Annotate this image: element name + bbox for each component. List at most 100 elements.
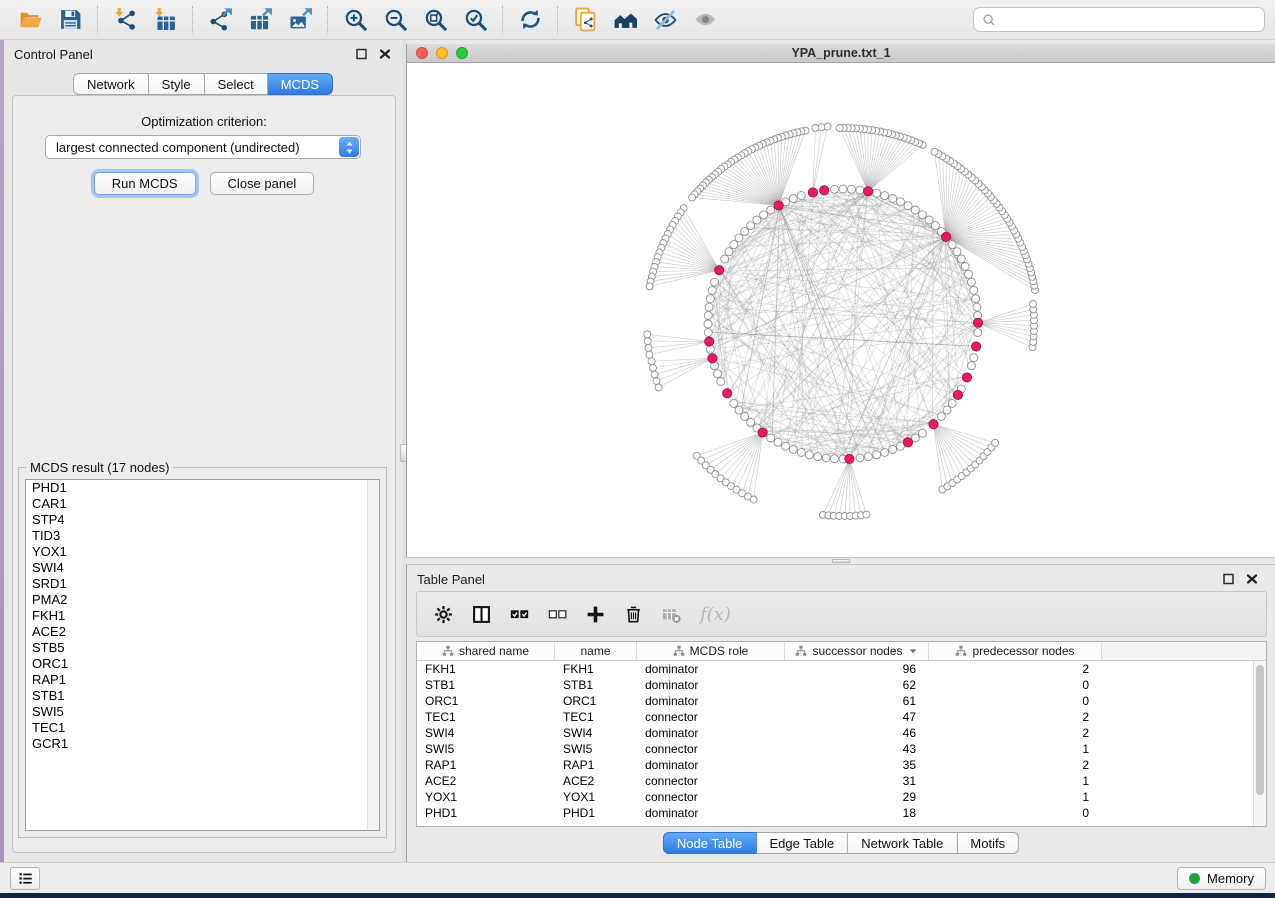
- network-node[interactable]: [856, 454, 864, 462]
- network-node[interactable]: [805, 451, 813, 459]
- add-button[interactable]: [586, 605, 605, 624]
- tab-edge-table[interactable]: Edge Table: [756, 832, 848, 854]
- network-node[interactable]: [704, 329, 712, 337]
- mcds-node-item[interactable]: STB1: [26, 688, 379, 704]
- horizontal-splitter[interactable]: [406, 557, 1275, 565]
- network-node[interactable]: [648, 358, 655, 365]
- network-node[interactable]: [953, 248, 961, 256]
- network-node[interactable]: [653, 378, 660, 385]
- network-node[interactable]: [972, 295, 980, 303]
- network-node[interactable]: [797, 448, 805, 456]
- mcds-node-item[interactable]: YOX1: [26, 544, 379, 560]
- network-node[interactable]: [644, 331, 651, 338]
- network-node[interactable]: [651, 371, 658, 378]
- show-all-button[interactable]: [685, 4, 725, 36]
- network-node[interactable]: [789, 195, 797, 203]
- zoom-in-button[interactable]: [335, 4, 375, 36]
- network-node[interactable]: [704, 312, 712, 320]
- table-row[interactable]: SWI4SWI4dominator462: [417, 725, 1253, 741]
- mcds-node[interactable]: [903, 438, 912, 447]
- column-header-shared-name[interactable]: shared name: [417, 642, 555, 660]
- network-node[interactable]: [931, 148, 938, 155]
- mcds-node-item[interactable]: ACE2: [26, 624, 379, 640]
- export-network-button[interactable]: [200, 4, 240, 36]
- close-panel-button[interactable]: Close panel: [210, 172, 315, 195]
- mcds-node-item[interactable]: SRD1: [26, 576, 379, 592]
- zoom-fit-button[interactable]: [415, 4, 455, 36]
- float-button[interactable]: [355, 47, 369, 61]
- network-node[interactable]: [717, 378, 725, 386]
- network-node[interactable]: [863, 511, 870, 518]
- network-node[interactable]: [767, 434, 775, 442]
- tab-network[interactable]: Network: [73, 73, 149, 95]
- mcds-node-item[interactable]: RAP1: [26, 672, 379, 688]
- table-row[interactable]: ORC1ORC1dominator610: [417, 693, 1253, 709]
- network-node[interactable]: [646, 283, 653, 290]
- network-node[interactable]: [721, 255, 729, 263]
- mcds-node-item[interactable]: SWI5: [26, 704, 379, 720]
- hide-selected-button[interactable]: [645, 4, 685, 36]
- network-node[interactable]: [741, 412, 749, 420]
- network-node[interactable]: [925, 216, 933, 224]
- network-node[interactable]: [704, 320, 712, 328]
- zoom-selected-button[interactable]: [455, 4, 495, 36]
- network-node[interactable]: [711, 278, 719, 286]
- mcds-node-item[interactable]: CAR1: [26, 496, 379, 512]
- close-traffic-light[interactable]: [416, 47, 428, 59]
- open-button[interactable]: [10, 4, 50, 36]
- float-button[interactable]: [1222, 572, 1236, 586]
- column-header-successor-nodes[interactable]: successor nodes: [785, 642, 929, 660]
- mcds-node[interactable]: [942, 232, 951, 241]
- network-node[interactable]: [839, 185, 847, 193]
- mcds-node-item[interactable]: FKH1: [26, 608, 379, 624]
- first-neighbors-button[interactable]: [605, 4, 645, 36]
- network-node[interactable]: [725, 248, 733, 256]
- network-node[interactable]: [760, 211, 768, 219]
- network-node[interactable]: [897, 198, 905, 206]
- network-node[interactable]: [974, 329, 982, 337]
- mcds-node[interactable]: [774, 201, 783, 210]
- network-node[interactable]: [814, 453, 822, 461]
- network-node[interactable]: [812, 124, 819, 131]
- table-row[interactable]: ACE2ACE2connector311: [417, 773, 1253, 789]
- network-node[interactable]: [918, 211, 926, 219]
- tab-network-table[interactable]: Network Table: [848, 832, 957, 854]
- network-node[interactable]: [970, 286, 978, 294]
- network-node[interactable]: [735, 234, 743, 242]
- network-node[interactable]: [741, 228, 749, 236]
- network-node[interactable]: [705, 303, 713, 311]
- mcds-node-item[interactable]: TEC1: [26, 720, 379, 736]
- network-node[interactable]: [973, 303, 981, 311]
- table-row[interactable]: RAP1RAP1dominator352: [417, 757, 1253, 773]
- mcds-node-item[interactable]: STP4: [26, 512, 379, 528]
- mcds-node-item[interactable]: PHD1: [26, 480, 379, 496]
- network-node[interactable]: [730, 241, 738, 249]
- network-node[interactable]: [650, 364, 657, 371]
- columns-button[interactable]: [472, 605, 491, 624]
- export-table-button[interactable]: [240, 4, 280, 36]
- mcds-node[interactable]: [758, 428, 767, 437]
- network-node[interactable]: [831, 455, 839, 463]
- table-row[interactable]: FKH1FKH1dominator962: [417, 661, 1253, 677]
- network-node[interactable]: [937, 412, 945, 420]
- mcds-node-item[interactable]: TID3: [26, 528, 379, 544]
- tab-mcds[interactable]: MCDS: [268, 73, 333, 95]
- sort-chevron-icon[interactable]: [908, 646, 918, 656]
- optimization-criterion-select[interactable]: largest connected component (undirected): [45, 135, 361, 159]
- network-node[interactable]: [782, 442, 790, 450]
- network-node[interactable]: [948, 399, 956, 407]
- network-node[interactable]: [708, 286, 716, 294]
- mcds-node[interactable]: [708, 354, 717, 363]
- minimize-traffic-light[interactable]: [436, 47, 448, 59]
- mcds-node-item[interactable]: SWI4: [26, 560, 379, 576]
- network-window-titlebar[interactable]: YPA_prune.txt_1: [407, 44, 1275, 63]
- network-node[interactable]: [730, 399, 738, 407]
- splitter-grip[interactable]: [832, 559, 850, 563]
- table-row[interactable]: PHD1PHD1dominator180: [417, 805, 1253, 821]
- network-canvas[interactable]: [407, 63, 1275, 557]
- run-mcds-button[interactable]: Run MCDS: [94, 172, 196, 195]
- network-node[interactable]: [831, 185, 839, 193]
- network-node[interactable]: [797, 192, 805, 200]
- network-graph[interactable]: [407, 63, 1275, 557]
- mcds-node-item[interactable]: PMA2: [26, 592, 379, 608]
